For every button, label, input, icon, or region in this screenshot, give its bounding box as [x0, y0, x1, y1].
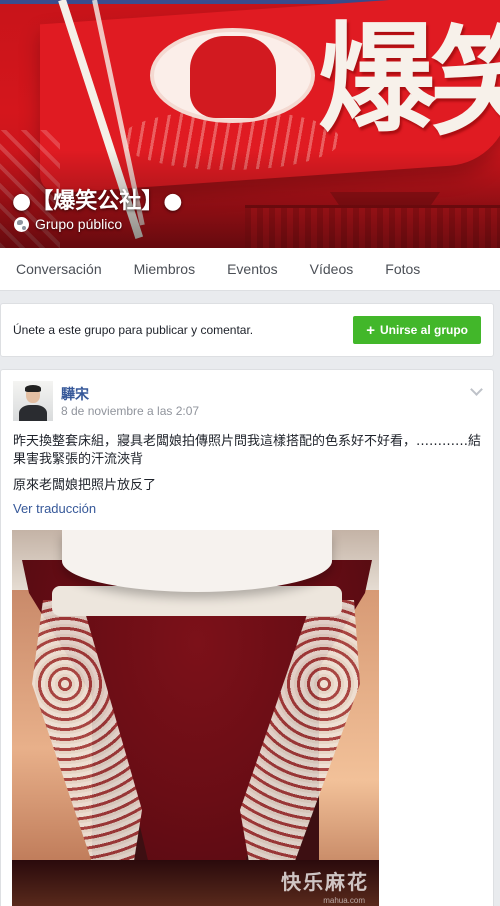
group-cover-photo[interactable]: 爆 笑 ●【爆笑公社】● Grupo público: [0, 0, 500, 248]
tab-conversation[interactable]: Conversación: [16, 261, 102, 277]
post-text: 昨天換整套床組，寢具老闆娘拍傳照片問我這樣搭配的色系好不好看，…………結果害我緊…: [13, 433, 483, 503]
chevron-down-icon[interactable]: [470, 383, 483, 396]
post-photo[interactable]: 快乐麻花 mahua.com: [12, 530, 379, 906]
see-translation-link[interactable]: Ver traducción: [13, 501, 96, 516]
group-privacy: Grupo público: [14, 216, 122, 232]
post-author[interactable]: 驊宋: [61, 384, 89, 404]
group-privacy-label: Grupo público: [35, 216, 123, 232]
group-post: 驊宋 8 de noviembre a las 2:07 昨天換整套床組，寢具老…: [0, 369, 494, 906]
join-group-button[interactable]: + Unirse al grupo: [353, 316, 481, 344]
post-timestamp[interactable]: 8 de noviembre a las 2:07: [61, 404, 199, 418]
join-group-card: Únete a este grupo para publicar y comen…: [0, 303, 494, 357]
tab-members[interactable]: Miembros: [134, 261, 195, 277]
tab-videos[interactable]: Vídeos: [310, 261, 354, 277]
post-text-line-1: 昨天換整套床組，寢具老闆娘拍傳照片問我這樣搭配的色系好不好看，…………結果害我緊…: [13, 434, 482, 467]
avatar[interactable]: [13, 381, 53, 421]
group-tabs: Conversación Miembros Eventos Vídeos Fot…: [0, 248, 500, 291]
globe-icon: [14, 216, 29, 232]
group-title[interactable]: ●【爆笑公社】●: [12, 183, 182, 215]
photo-watermark-sub: mahua.com: [323, 896, 365, 905]
post-text-line-2: 原來老闆娘把照片放反了: [13, 478, 157, 493]
join-group-button-label: Unirse al grupo: [379, 323, 468, 337]
cover-character-2: 笑: [430, 13, 500, 152]
tab-events[interactable]: Eventos: [227, 261, 278, 277]
cover-portrait: [190, 36, 276, 118]
avatar-body: [19, 405, 47, 421]
photo-watermark: 快乐麻花: [281, 870, 369, 894]
avatar-hair: [25, 385, 41, 392]
join-prompt: Únete a este grupo para publicar y comen…: [13, 323, 254, 337]
plus-icon: +: [366, 321, 375, 339]
photo-top-surface: [62, 530, 332, 592]
tab-photos[interactable]: Fotos: [385, 261, 420, 277]
cover-character-1: 爆: [318, 9, 437, 148]
